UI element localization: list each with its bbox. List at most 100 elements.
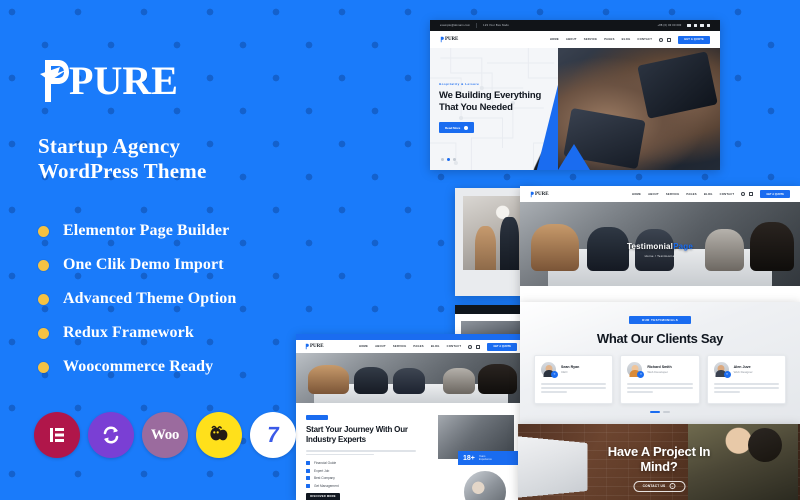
- screenshot-homepage[interactable]: example@domain.com 123 Your Bus Nodo +88…: [430, 20, 720, 170]
- carousel-pager[interactable]: [520, 410, 800, 413]
- person-figure: [749, 222, 795, 271]
- testimonial-card[interactable]: ” Richard Smith Web Developer: [620, 355, 700, 404]
- testimonial-navbar: PURE HOME ABOUT SERVICE PAGES BLOG CONTA…: [520, 186, 800, 202]
- search-icon[interactable]: [659, 37, 664, 42]
- quote-icon: ”: [723, 371, 731, 378]
- pure-logo-icon: [440, 36, 444, 43]
- seven-label: 7: [265, 422, 281, 447]
- person-figure: [443, 368, 476, 394]
- get-a-quote-button[interactable]: GET A QUOTE: [760, 190, 790, 198]
- nav-item-blog[interactable]: BLOG: [431, 345, 440, 348]
- avatar: ”: [541, 362, 558, 378]
- brand-tagline: Startup Agency WordPress Theme: [38, 134, 300, 184]
- person-figure: [392, 368, 425, 394]
- nav-menu[interactable]: HOME ABOUT SERVICE PAGES BLOG CONTACT: [632, 193, 734, 196]
- text-line: [713, 390, 740, 393]
- person-figure: [587, 227, 630, 271]
- feature-item: Redux Framework: [38, 320, 300, 346]
- pure-logo-icon: [305, 343, 309, 350]
- journey-feature-label: Best Company: [314, 476, 335, 481]
- nav-item-pages[interactable]: PAGES: [604, 38, 614, 41]
- search-icon[interactable]: [468, 344, 473, 349]
- person-figure: [704, 228, 744, 271]
- pager-dot[interactable]: [663, 410, 670, 413]
- get-a-quote-button[interactable]: GET A QUOTE: [487, 342, 517, 351]
- nav-item-contact[interactable]: CONTACT: [637, 38, 652, 41]
- screenshot-about-journey[interactable]: PURE HOME ABOUT SERVICE PAGES BLOG CONTA…: [296, 334, 526, 500]
- cart-icon[interactable]: [476, 344, 481, 349]
- topbar-email[interactable]: example@domain.com: [440, 24, 470, 27]
- feature-label: Redux Framework: [63, 324, 194, 341]
- testimonial-card[interactable]: ” Alen Juve Web Designer: [706, 355, 786, 404]
- contact-us-label: CONTACT US: [642, 484, 666, 489]
- headphones-icon: [748, 428, 782, 462]
- read-more-label: Read More: [445, 125, 461, 130]
- nav-item-contact[interactable]: CONTACT: [720, 193, 735, 196]
- contact-us-button[interactable]: CONTACT US →: [633, 480, 685, 492]
- pure-logo-icon: [38, 56, 72, 106]
- pure-logo-icon: [530, 191, 534, 197]
- read-more-button[interactable]: Read More: [439, 122, 475, 133]
- search-icon[interactable]: [741, 192, 746, 196]
- testimonial-card[interactable]: ” Sean Ryan CEO: [534, 355, 614, 404]
- nav-item-about[interactable]: ABOUT: [566, 38, 577, 41]
- nav-item-service[interactable]: SERVICE: [584, 38, 598, 41]
- screenshot-cta-project[interactable]: Have A Project In Mind? CONTACT US →: [518, 424, 800, 500]
- screenshot-clients-say[interactable]: OUR TESTIMONIALS What Our Clients Say ” …: [520, 302, 800, 426]
- site-logo[interactable]: PURE: [305, 343, 324, 350]
- nav-menu[interactable]: HOME ABOUT SERVICE PAGES BLOG CONTACT: [550, 38, 652, 41]
- nav-item-home[interactable]: HOME: [632, 193, 641, 196]
- text-line: [541, 390, 568, 393]
- nav-item-contact[interactable]: CONTACT: [447, 345, 462, 348]
- slider-dot[interactable]: [441, 158, 444, 161]
- feature-label: Woocommerce Ready: [63, 358, 214, 375]
- linkedin-icon[interactable]: [700, 23, 704, 28]
- nav-item-pages[interactable]: PAGES: [686, 193, 696, 196]
- woocommerce-label: Woo: [150, 426, 180, 443]
- nav-item-about[interactable]: ABOUT: [648, 193, 659, 196]
- client-quote-text: [713, 383, 779, 393]
- nav-item-blog[interactable]: BLOG: [704, 193, 713, 196]
- screenshot-testimonial-page[interactable]: PURE HOME ABOUT SERVICE PAGES BLOG CONTA…: [520, 186, 800, 306]
- get-a-quote-button[interactable]: GET A QUOTE: [678, 35, 710, 44]
- tagline-line-2: WordPress Theme: [38, 159, 207, 183]
- twitter-icon[interactable]: [693, 23, 698, 28]
- hero-slider-dots[interactable]: [441, 158, 456, 161]
- hero-title-line-2: That You Needed: [439, 102, 513, 113]
- journey-title: Start Your Journey With Our Industry Exp…: [306, 425, 426, 445]
- hero-kicker: Hospitality & Leisure: [439, 82, 480, 86]
- nav-item-service[interactable]: SERVICE: [393, 345, 407, 348]
- office-photo: [463, 196, 527, 270]
- site-logo[interactable]: PURE: [530, 191, 549, 198]
- person-figure: [353, 367, 388, 394]
- social-icons[interactable]: [687, 23, 710, 28]
- bullet-icon: [38, 259, 49, 271]
- sleeve-shape: [637, 50, 719, 119]
- nav-menu[interactable]: HOME ABOUT SERVICE PAGES BLOG CONTACT: [359, 345, 461, 348]
- slider-dot-active[interactable]: [447, 158, 450, 161]
- page-title-block: TestimonialPage Home / Testimonial: [627, 242, 693, 258]
- client-quote-text: [627, 383, 693, 393]
- topbar-phone[interactable]: +88 (0) 00 00 000: [657, 24, 681, 27]
- breadcrumb: Home / Testimonial: [644, 254, 676, 259]
- instagram-icon[interactable]: [706, 23, 710, 28]
- site-logo[interactable]: PURE: [440, 36, 458, 43]
- testimonial-card-list: ” Sean Ryan CEO ” Richard Smith Web Deve…: [520, 355, 800, 404]
- pager-dot-active[interactable]: [650, 410, 660, 413]
- section-pill-label: OUR TESTIMONIALS: [641, 318, 679, 322]
- nav-item-blog[interactable]: BLOG: [622, 38, 631, 41]
- cart-icon[interactable]: [749, 192, 754, 196]
- topbar-address: 123 Your Bus Nodo: [483, 24, 509, 27]
- slider-dot[interactable]: [453, 158, 456, 161]
- nav-item-service[interactable]: SERVICE: [666, 193, 680, 196]
- nav-item-home[interactable]: HOME: [550, 38, 559, 41]
- nav-item-about[interactable]: ABOUT: [375, 345, 386, 348]
- cart-icon[interactable]: [667, 37, 672, 42]
- nav-item-home[interactable]: HOME: [359, 345, 368, 348]
- nav-item-pages[interactable]: PAGES: [413, 345, 423, 348]
- brand-icon-row: Woo 7: [34, 412, 296, 458]
- discover-more-button[interactable]: DISCOVER MORE: [306, 492, 340, 500]
- feature-item: Elementor Page Builder: [38, 218, 300, 244]
- facebook-icon[interactable]: [687, 23, 691, 28]
- text-line: [541, 383, 607, 385]
